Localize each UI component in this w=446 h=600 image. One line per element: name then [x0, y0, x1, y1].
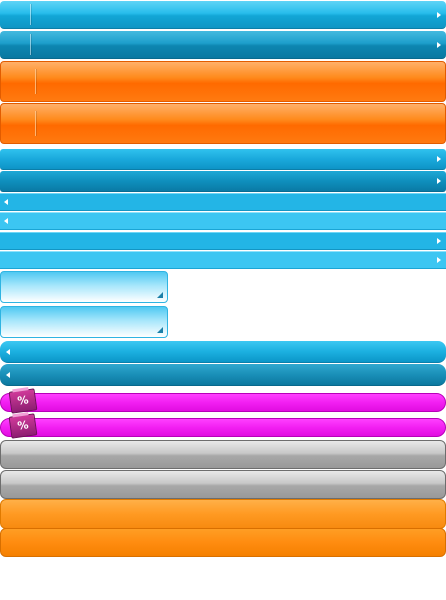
promo-bar-magenta-1[interactable]: % [0, 388, 446, 414]
arrow-left-icon [4, 218, 8, 224]
bar-separator [30, 34, 31, 55]
arrow-left-icon [6, 371, 10, 378]
arrow-right-icon [437, 41, 441, 48]
bar-separator [30, 4, 31, 25]
button-bar-gray-2[interactable] [0, 470, 446, 499]
rounded-bar-blue-1[interactable] [0, 341, 446, 363]
arrow-right-icon [437, 156, 441, 162]
menu-bar-blue-2[interactable] [0, 171, 446, 192]
nav-bar-blue-1[interactable] [0, 1, 446, 29]
bar-separator [35, 69, 36, 94]
arrow-right-icon [437, 11, 441, 18]
arrow-right-icon [437, 178, 441, 184]
button-bar-orange-1[interactable] [0, 499, 446, 529]
gradient-panel-1[interactable] [0, 271, 168, 303]
resize-grip-icon[interactable] [157, 327, 163, 333]
nav-bar-orange-2[interactable] [0, 103, 446, 144]
button-bar-orange-2[interactable] [0, 528, 446, 557]
rounded-bar-blue-2[interactable] [0, 364, 446, 386]
menu-bar-flat-left-1[interactable] [0, 193, 446, 211]
nav-bar-orange-1[interactable] [0, 61, 446, 102]
arrow-right-icon [437, 257, 441, 263]
menu-bar-flat-right-2[interactable] [0, 251, 446, 269]
menu-bar-flat-right-1[interactable] [0, 232, 446, 250]
menu-bar-blue-1[interactable] [0, 149, 446, 170]
menu-bar-flat-left-2[interactable] [0, 212, 446, 230]
arrow-left-icon [6, 348, 10, 355]
promo-bar-magenta-2[interactable]: % [0, 413, 446, 439]
arrow-left-icon [4, 199, 8, 205]
button-bar-gray-1[interactable] [0, 440, 446, 469]
gradient-panel-2[interactable] [0, 306, 168, 338]
bar-separator [35, 111, 36, 136]
arrow-right-icon [437, 238, 441, 244]
resize-grip-icon[interactable] [157, 292, 163, 298]
discount-tag-icon: % [8, 388, 38, 414]
nav-bar-blue-2[interactable] [0, 31, 446, 59]
discount-tag-icon: % [8, 413, 38, 439]
